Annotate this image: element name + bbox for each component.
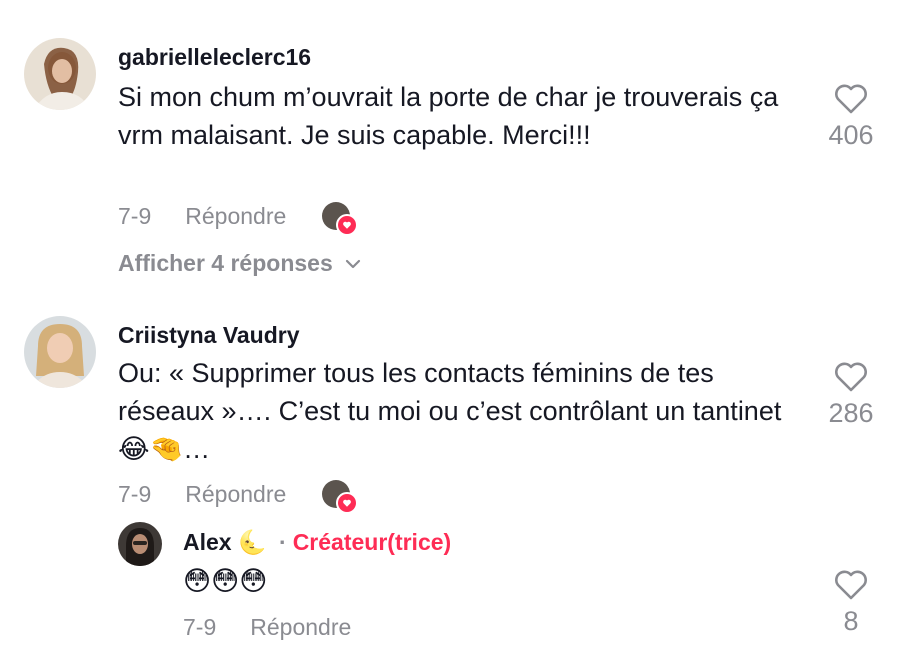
comment-date: 7-9 bbox=[118, 480, 152, 507]
comment-date: 7-9 bbox=[118, 202, 152, 229]
moon-icon: 🌜 bbox=[237, 530, 267, 556]
separator: · bbox=[279, 529, 287, 555]
reply-button[interactable]: Répondre bbox=[250, 614, 351, 641]
reply-button[interactable]: Répondre bbox=[185, 203, 286, 230]
reply-text: 😳😳😳 bbox=[183, 562, 863, 601]
creator-liked-avatar bbox=[322, 202, 359, 236]
comment-meta: 7-9 Répondre bbox=[118, 202, 359, 236]
creator-badge: Créateur(trice) bbox=[292, 529, 452, 555]
like-column: 406 bbox=[816, 84, 886, 151]
heart-icon bbox=[336, 492, 359, 514]
heart-outline-icon[interactable] bbox=[834, 362, 868, 392]
like-column: 8 bbox=[816, 570, 886, 637]
view-replies-label: Afficher 4 réponses bbox=[118, 250, 333, 276]
reply-meta: 7-9 Répondre bbox=[183, 614, 351, 641]
reply-button[interactable]: Répondre bbox=[185, 481, 286, 508]
comment-username[interactable]: gabrielleleclerc16 bbox=[118, 44, 311, 71]
reply-username[interactable]: Alex bbox=[183, 529, 232, 555]
creator-avatar[interactable] bbox=[118, 522, 162, 566]
like-count: 8 bbox=[843, 606, 859, 636]
reply-text-content: 😳😳😳 bbox=[183, 566, 268, 597]
comment-text: Si mon chum m’ouvrait la porte de char j… bbox=[118, 82, 779, 150]
like-column: 286 bbox=[816, 362, 886, 429]
chevron-down-icon bbox=[345, 259, 360, 268]
comment-text-content: Ou: « Supprimer tous les contacts fémini… bbox=[118, 358, 782, 464]
reply-header: Alex 🌜 · Créateur(trice) bbox=[183, 529, 451, 556]
heart-outline-icon[interactable] bbox=[834, 570, 868, 600]
user-avatar[interactable] bbox=[24, 316, 96, 388]
reply-date: 7-9 bbox=[183, 614, 217, 640]
view-replies-button[interactable]: Afficher 4 réponses bbox=[118, 250, 361, 277]
like-count: 286 bbox=[828, 398, 874, 428]
comment-meta: 7-9 Répondre bbox=[118, 480, 359, 514]
user-avatar[interactable] bbox=[24, 38, 96, 110]
comment-text: Ou: « Supprimer tous les contacts fémini… bbox=[118, 354, 798, 468]
heart-outline-icon[interactable] bbox=[834, 84, 868, 114]
heart-icon bbox=[336, 214, 359, 236]
comment-username[interactable]: Criistyna Vaudry bbox=[118, 322, 300, 349]
like-count: 406 bbox=[828, 120, 874, 150]
creator-liked-avatar bbox=[322, 480, 359, 514]
